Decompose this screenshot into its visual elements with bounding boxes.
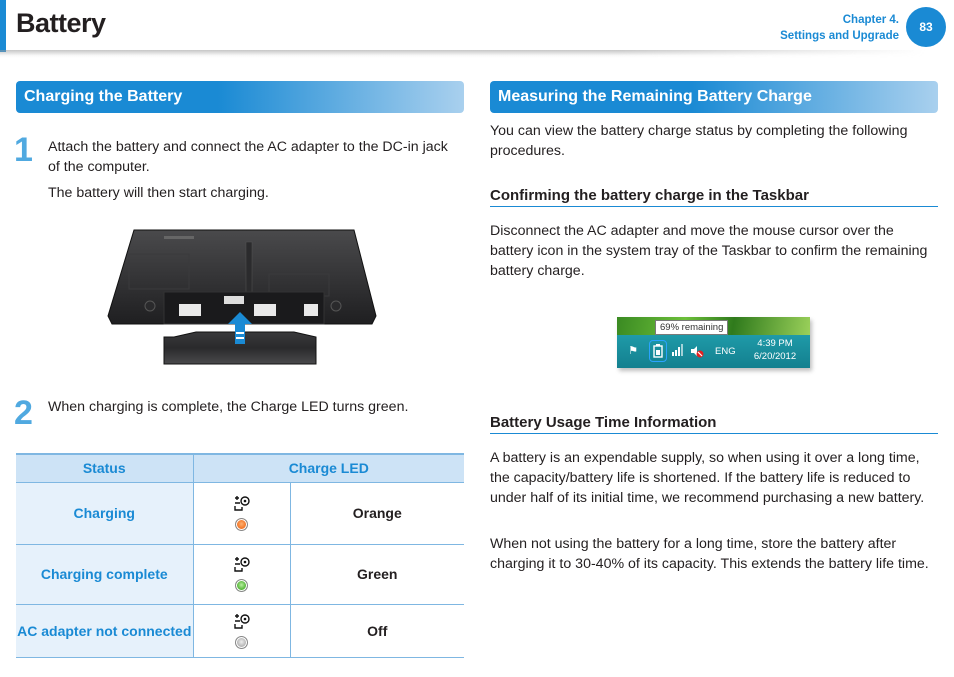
table-header-row: Status Charge LED (16, 453, 464, 483)
taskbar-instructions: Disconnect the AC adapter and move the m… (490, 223, 928, 279)
charge-led-icon (233, 496, 250, 511)
usage-subheading: Battery Usage Time Information (490, 414, 938, 434)
led-color-cell: Green (290, 544, 464, 605)
led-icon-cell (193, 604, 291, 658)
table-row: Charging complete Green (16, 544, 464, 605)
laptop-battery-insert-illustration (107, 229, 377, 365)
battery-icon (652, 344, 664, 358)
flag-icon: ⚑ (628, 344, 638, 357)
green-led-indicator (235, 579, 248, 592)
step-1-text: Attach the battery and connect the AC ad… (48, 139, 448, 175)
led-icon-cell (193, 482, 291, 545)
step-2-text: When charging is complete, the Charge LE… (48, 399, 409, 415)
orange-led-indicator (235, 518, 248, 531)
header-divider (0, 50, 954, 58)
status-cell: Charging complete (16, 544, 194, 605)
taskbar-subheading: Confirming the battery charge in the Tas… (490, 187, 938, 207)
status-cell: AC adapter not connected (16, 604, 194, 658)
header-accent-bar (0, 0, 6, 52)
table-row: AC adapter not connected Off (16, 604, 464, 658)
usage-paragraph-2: When not using the battery for a long ti… (490, 536, 929, 572)
tray-clock: 4:39 PM 6/20/2012 (745, 337, 805, 363)
charge-led-icon (233, 613, 250, 629)
status-cell: Charging (16, 482, 194, 545)
table-row: Charging Orange (16, 482, 464, 545)
laptop-battery-illustration (104, 224, 384, 369)
volume-muted-icon (690, 344, 704, 358)
charge-led-icon (233, 557, 250, 572)
led-color-cell: Orange (290, 482, 464, 545)
step-number-2: 2 (14, 394, 33, 432)
tray-time: 4:39 PM (757, 338, 793, 349)
page-title: Battery (16, 8, 106, 38)
charge-led-table: Status Charge LED Charging Orange Chargi… (16, 453, 464, 658)
page-number-badge: 83 (906, 7, 946, 47)
taskbar-screenshot: 69% remaining ⚑ ENG 4:39 PM 6/20/2012 (617, 317, 810, 368)
column-header-status: Status (16, 453, 193, 483)
chapter-number: Chapter 4. (842, 14, 899, 26)
step-1-note: The battery will then start charging. (48, 185, 269, 201)
led-color-cell: Off (290, 604, 464, 658)
section-header-measuring: Measuring the Remaining Battery Charge (490, 81, 938, 113)
usage-paragraph-1: A battery is an expendable supply, so wh… (490, 450, 925, 506)
section-header-charging: Charging the Battery (16, 81, 464, 113)
led-icon-cell (193, 544, 291, 605)
chapter-label: Chapter 4. Settings and Upgrade (780, 12, 899, 44)
measuring-intro: You can view the battery charge status b… (490, 123, 908, 159)
step-number-1: 1 (14, 131, 33, 169)
chapter-title: Settings and Upgrade (780, 30, 899, 42)
battery-tooltip: 69% remaining (655, 320, 729, 335)
off-led-indicator (235, 635, 248, 649)
language-indicator: ENG (715, 346, 736, 357)
tray-date: 6/20/2012 (753, 351, 797, 362)
column-header-charge-led: Charge LED (192, 453, 464, 483)
signal-icon (672, 344, 684, 358)
